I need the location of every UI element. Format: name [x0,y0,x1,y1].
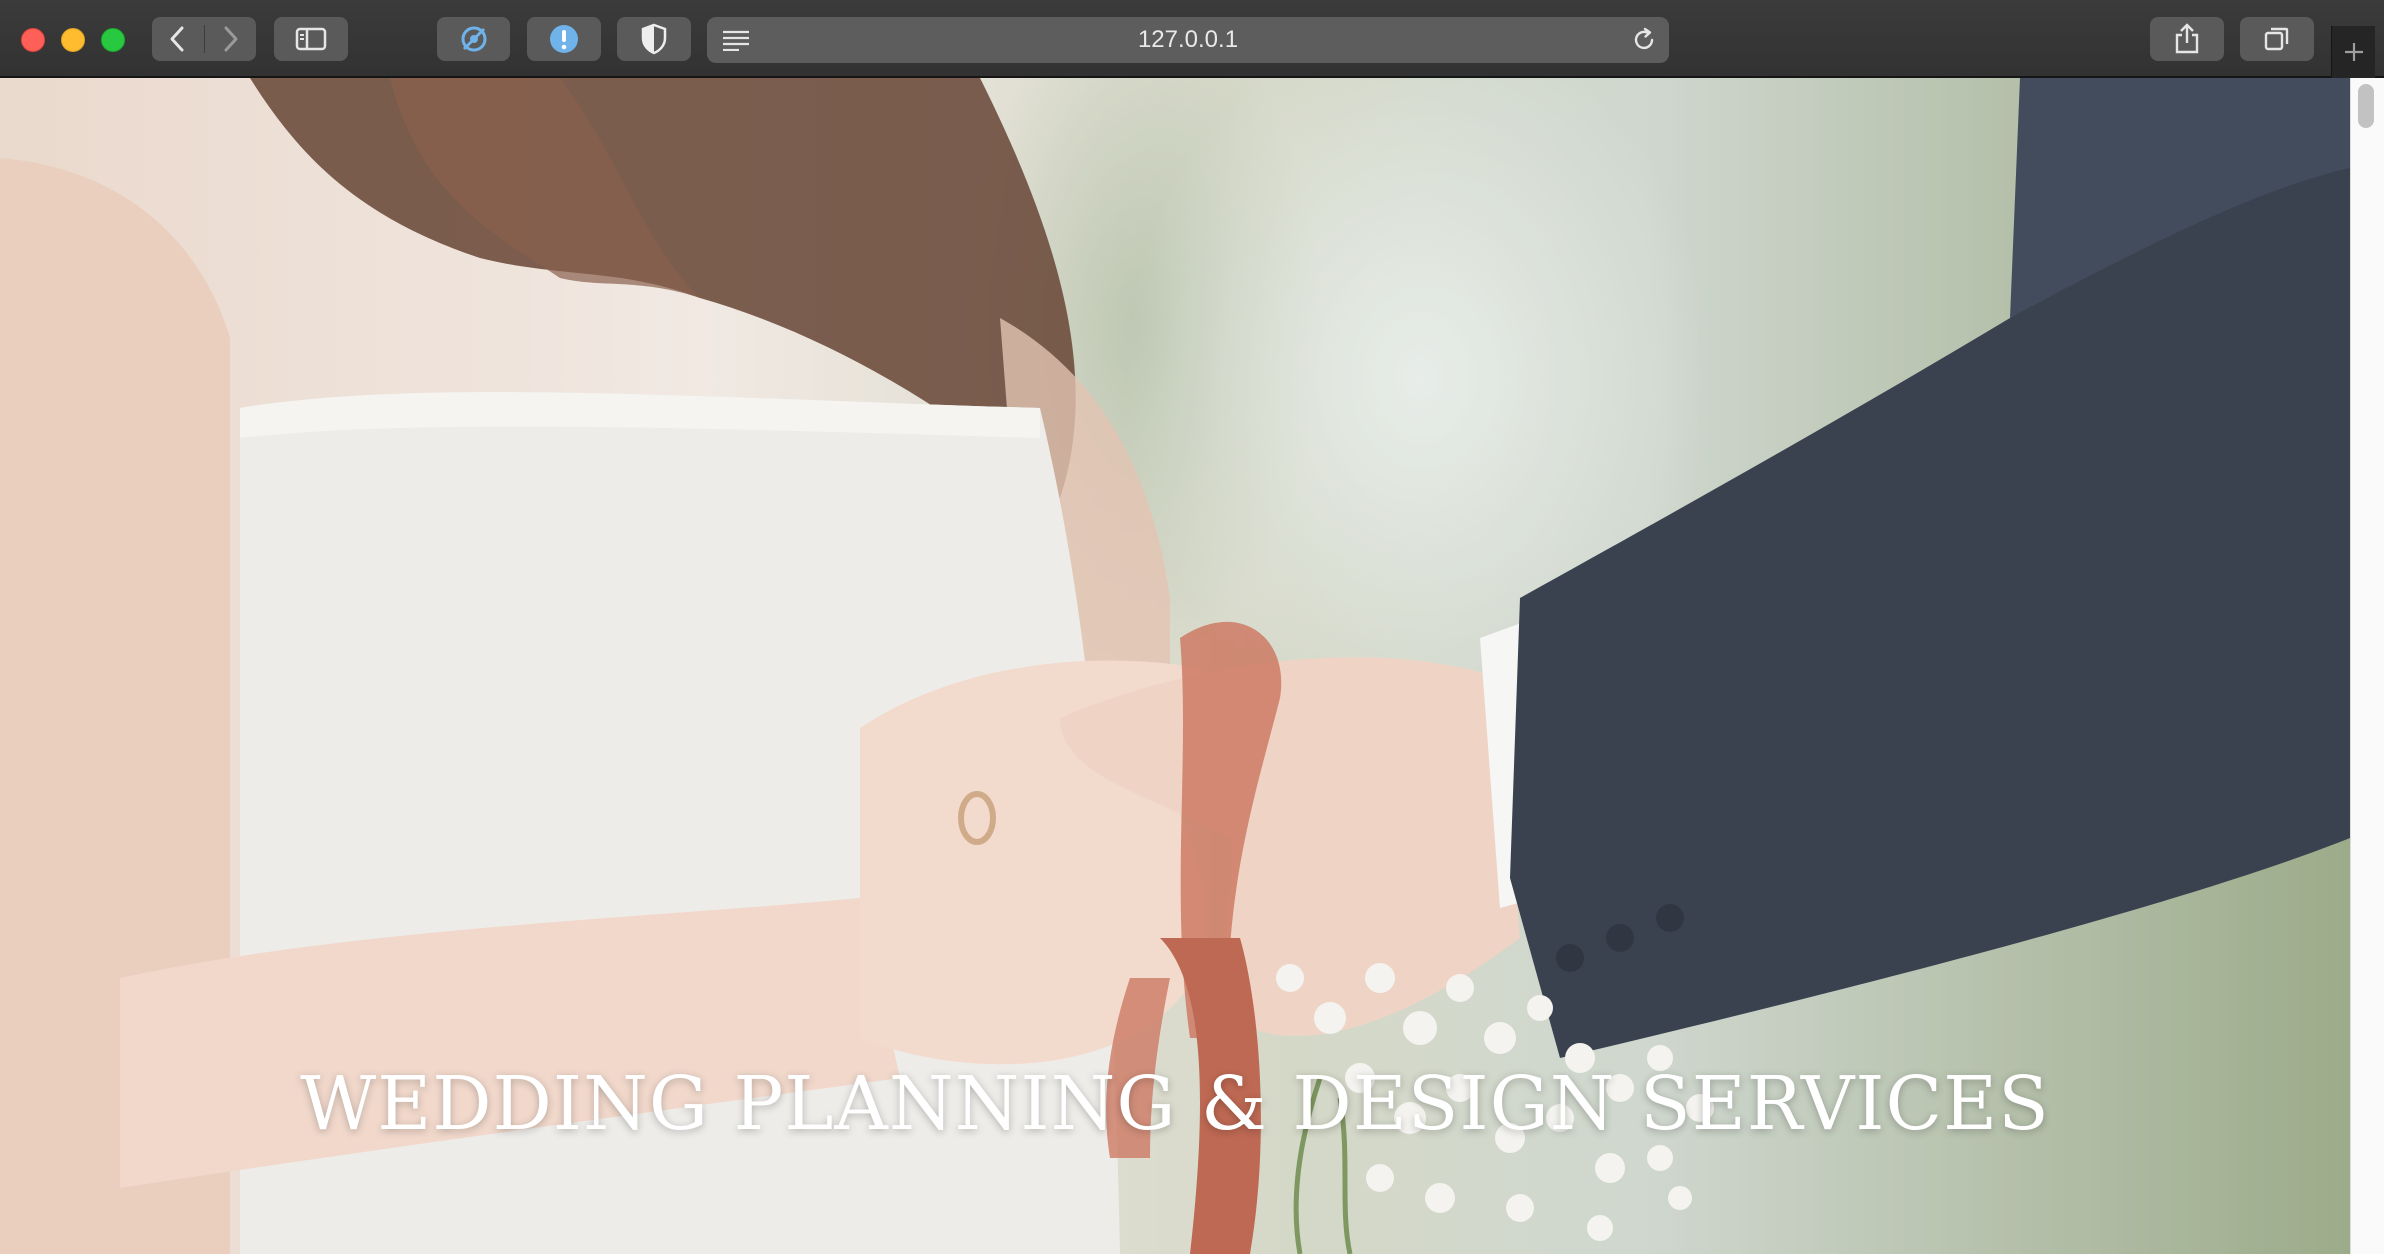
forward-button[interactable] [204,17,256,61]
url-text[interactable]: 127.0.0.1 [707,17,1669,63]
browser-window: 127.0.0.1 WEDDING PLANNING & DESIGN SERV… [0,0,2384,1254]
hero-section: WEDDING PLANNING & DESIGN SERVICES [0,78,2350,1254]
page-viewport: WEDDING PLANNING & DESIGN SERVICES [0,78,2350,1254]
navigation-buttons [152,17,256,61]
tabs-overview-button[interactable] [2240,17,2314,61]
sidebar-button[interactable] [274,17,348,61]
privacy-button[interactable] [617,17,691,61]
shield-icon [641,23,667,55]
share-icon [2175,23,2199,54]
zoom-window-button[interactable] [101,28,125,52]
extension-button[interactable] [437,17,510,61]
new-tab-icon [2344,43,2363,61]
new-tab-button[interactable] [2331,26,2375,78]
alert-button[interactable] [527,17,601,61]
address-bar[interactable]: 127.0.0.1 [707,17,1669,63]
sidebar-icon [295,27,327,51]
hero-title: WEDDING PLANNING & DESIGN SERVICES [300,1061,2050,1147]
browser-toolbar: 127.0.0.1 [0,0,2384,78]
reload-icon[interactable] [1631,27,1657,53]
forward-icon [224,26,238,52]
page-scrollbar[interactable] [2350,78,2384,1254]
alert-icon [550,25,578,53]
back-button[interactable] [152,17,204,61]
extension-icon [461,26,486,52]
back-icon [170,26,184,52]
share-button[interactable] [2150,17,2224,61]
close-window-button[interactable] [21,28,45,52]
minimize-window-button[interactable] [61,28,85,52]
scrollbar-thumb[interactable] [2358,84,2374,128]
tabs-icon [2264,27,2289,51]
